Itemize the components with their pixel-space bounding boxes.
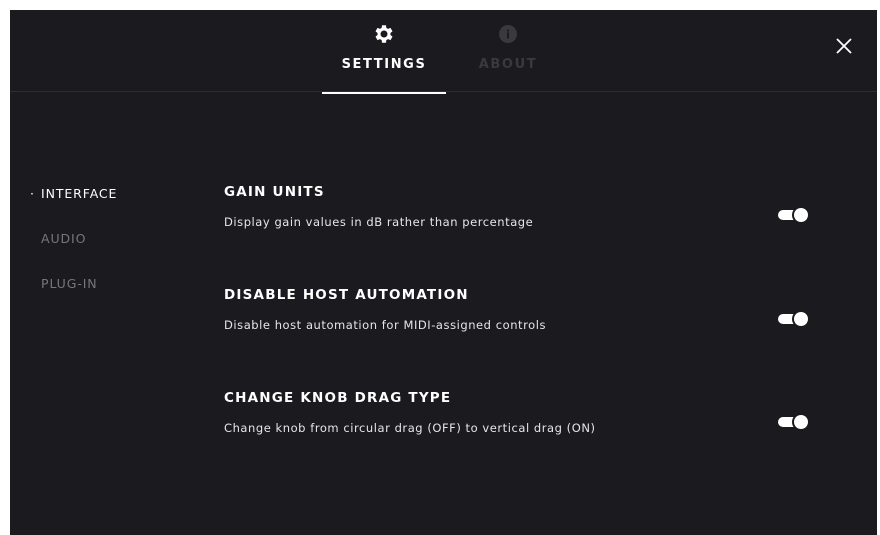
change-knob-drag-type-toggle[interactable] [778, 414, 810, 430]
tab-settings-label: SETTINGS [341, 57, 427, 72]
toggle-knob [794, 312, 808, 326]
sidebar-item-label: AUDIO [41, 231, 87, 246]
tab-about-label: ABOUT [478, 57, 538, 72]
sidebar-item-plugin[interactable]: PLUG-IN [41, 276, 98, 296]
close-icon [836, 38, 852, 54]
dialog-header: SETTINGS ABOUT [10, 10, 877, 94]
settings-dialog: SETTINGS ABOUT · INTERFACE AUDIO PLUG-IN [10, 10, 877, 535]
setting-description: Change knob from circular drag (OFF) to … [224, 421, 596, 435]
setting-title: DISABLE HOST AUTOMATION [224, 287, 469, 303]
disable-host-automation-toggle[interactable] [778, 311, 810, 327]
sidebar-item-label: PLUG-IN [41, 276, 98, 291]
header-divider [10, 91, 877, 92]
toggle-knob [794, 415, 808, 429]
sidebar-item-label: INTERFACE [41, 186, 118, 201]
info-icon [499, 25, 517, 43]
close-button[interactable] [832, 34, 856, 58]
sidebar-item-audio[interactable]: AUDIO [41, 231, 86, 251]
toggle-knob [794, 208, 808, 222]
gear-icon [375, 25, 393, 43]
setting-description: Disable host automation for MIDI-assigne… [224, 318, 546, 332]
setting-description: Display gain values in dB rather than pe… [224, 215, 534, 229]
active-bullet-icon: · [30, 186, 35, 201]
tab-about[interactable]: ABOUT [458, 10, 558, 92]
setting-title: GAIN UNITS [224, 184, 325, 200]
gain-units-toggle[interactable] [778, 207, 810, 223]
tab-settings[interactable]: SETTINGS [322, 10, 446, 94]
setting-title: CHANGE KNOB DRAG TYPE [224, 390, 452, 406]
sidebar-item-interface[interactable]: · INTERFACE [30, 186, 117, 206]
